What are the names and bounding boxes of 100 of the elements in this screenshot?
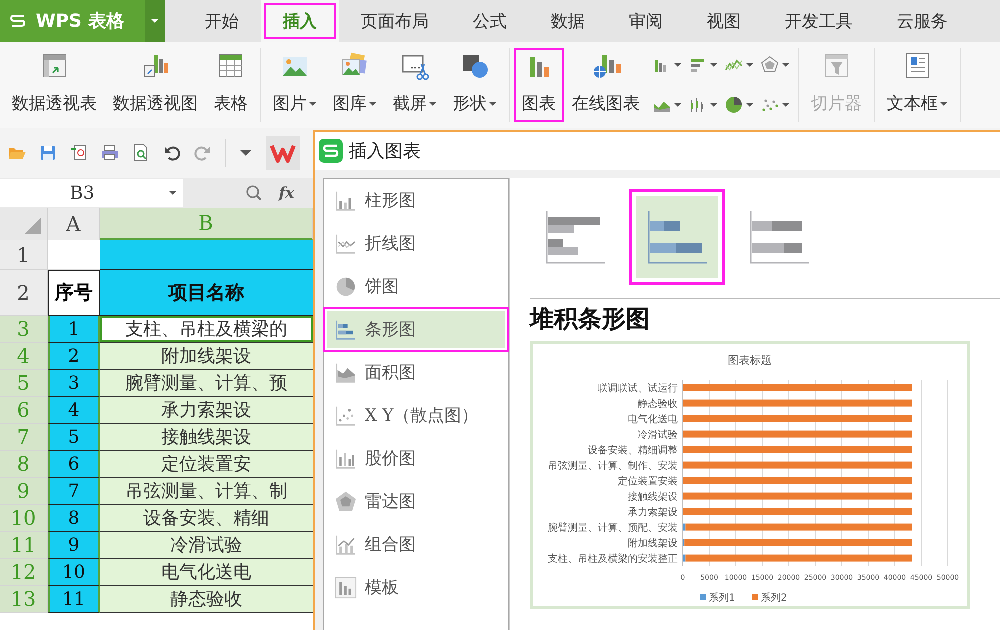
logo-icon[interactable] — [266, 136, 300, 170]
table-cell: 6 — [48, 451, 100, 478]
tab[interactable]: 数据 — [529, 0, 607, 42]
chart-type-button[interactable] — [760, 55, 790, 75]
table-cell: 接触线架设 — [100, 424, 313, 451]
chart-type-button[interactable] — [724, 95, 754, 115]
list-item[interactable]: 折线图 — [327, 222, 505, 265]
logo-icon — [10, 14, 26, 28]
print-preview-icon[interactable] — [132, 144, 150, 162]
axis-label: 承力索架设 — [628, 507, 678, 518]
table-cell: 冷滑试验 — [100, 532, 313, 559]
tab[interactable]: 公式 — [451, 0, 529, 42]
template-icon — [335, 576, 357, 598]
ribbon-button[interactable]: 数据透视表 — [4, 48, 105, 122]
axis-label: 定位装置安装 — [618, 476, 678, 488]
table-cell: 7 — [48, 478, 100, 505]
percent-bar-icon — [748, 209, 810, 265]
table-cell: 设备安装、精细 — [100, 505, 313, 532]
search-icon[interactable] — [245, 184, 263, 202]
list-item[interactable]: X Y（散点图） — [327, 394, 505, 437]
clustered-bar-icon — [544, 209, 606, 265]
legend-label: 系列2 — [761, 593, 788, 604]
tab[interactable]: 开发工具 — [763, 0, 875, 42]
subtype-title: 堆积条形图 — [530, 303, 651, 335]
axis-label: 附加线架设 — [628, 538, 678, 550]
ribbon-button[interactable]: 文本框 — [879, 48, 956, 122]
name-box-field[interactable]: B3 — [0, 179, 183, 207]
dialog-title: 插入图表 — [349, 140, 421, 163]
radar-chart-icon — [335, 490, 357, 512]
axis-label: 吊弦测量、计算、制作、安装 — [548, 460, 678, 472]
corner-triangle-icon — [25, 218, 41, 234]
ribbon-button[interactable]: 图片 — [265, 48, 325, 122]
table-cell: 11 — [48, 586, 100, 613]
table-cell: 吊弦测量、计算、制 — [100, 478, 313, 505]
print-icon[interactable] — [101, 144, 119, 162]
tab[interactable]: 插入 — [261, 0, 339, 42]
radar-chart-icon — [760, 55, 780, 75]
table-cell: 支柱、吊柱及横梁的 — [100, 316, 313, 343]
table-cell: 静态验收 — [100, 586, 313, 613]
axis-label: 腕臂测量、计算、预配、安装 — [548, 522, 678, 534]
tab[interactable]: 开始 — [183, 0, 261, 42]
table-cell: 5 — [48, 424, 100, 451]
table-cell: 4 — [48, 397, 100, 424]
chart-type-button[interactable] — [688, 95, 718, 115]
scatter-chart-icon — [335, 404, 357, 426]
caret-icon — [151, 17, 159, 25]
table-cell: 项目名称 — [100, 270, 313, 316]
ribbon-button[interactable]: 图库 — [325, 48, 385, 122]
table-cell: 9 — [48, 532, 100, 559]
caret-icon — [169, 189, 177, 197]
table-cell: 序号 — [48, 270, 100, 316]
ribbon-button[interactable]: 图表 — [514, 48, 564, 122]
ribbon-button[interactable]: 表格 — [206, 48, 256, 122]
ribbon-button[interactable]: 形状 — [445, 48, 505, 122]
area-chart-icon — [335, 362, 357, 384]
axis-label: 静态验收 — [638, 398, 678, 410]
save-icon[interactable] — [39, 144, 57, 162]
table-cell: 腕臂测量、计算、预 — [100, 370, 313, 397]
document-icon[interactable] — [70, 144, 88, 162]
column-chart-icon — [335, 190, 357, 212]
table-cell: 定位装置安 — [100, 451, 313, 478]
ribbon-button[interactable]: 数据透视图 — [105, 48, 206, 122]
function-button[interactable]: fx — [279, 184, 294, 202]
table-cell: 10 — [48, 559, 100, 586]
list-item[interactable]: 饼图 — [327, 265, 505, 308]
axis-label: 冷滑试验 — [638, 430, 678, 441]
pie-chart-icon — [724, 95, 744, 115]
table-cell: 承力索架设 — [100, 397, 313, 424]
table-cell: 电气化送电 — [100, 559, 313, 586]
tab[interactable]: 页面布局 — [339, 0, 451, 42]
axis-label: 联调联试、试运行 — [598, 383, 678, 394]
list-item[interactable]: 模板 — [327, 566, 505, 609]
tab[interactable]: 视图 — [685, 0, 763, 42]
tab[interactable]: 云服务 — [875, 0, 970, 42]
chart-title: 图表标题 — [728, 354, 772, 367]
pie-chart-icon — [335, 276, 357, 298]
list-item[interactable]: 条形图 — [327, 311, 505, 348]
ribbon-button[interactable]: 截屏 — [385, 48, 445, 122]
table-cell: 8 — [48, 505, 100, 532]
bar-chart-icon — [335, 318, 357, 340]
list-item[interactable]: 股价图 — [327, 437, 505, 480]
tab[interactable]: 审阅 — [607, 0, 685, 42]
stock-chart-icon — [335, 448, 357, 470]
stacked-bar-icon — [646, 209, 708, 265]
list-item[interactable]: 雷达图 — [327, 480, 505, 523]
axis-label: 设备安装、精细调整 — [588, 445, 678, 456]
undo-icon[interactable] — [163, 144, 181, 162]
table-cell: 1 — [48, 316, 100, 343]
row-header[interactable]: 2 — [0, 270, 48, 316]
table-cell: 附加线架设 — [100, 343, 313, 370]
list-item[interactable]: 面积图 — [327, 351, 505, 394]
column-header[interactable]: A — [48, 208, 100, 240]
list-item[interactable]: 柱形图 — [327, 179, 505, 222]
ribbon-button[interactable]: 在线图表 — [564, 48, 648, 122]
table-cell: 3 — [48, 370, 100, 397]
row-header[interactable]: 1 — [0, 240, 48, 270]
combo-chart-icon — [335, 534, 357, 556]
app-icon — [319, 139, 343, 163]
list-item[interactable]: 组合图 — [327, 523, 505, 566]
axis-label: 电气化送电 — [628, 414, 678, 426]
